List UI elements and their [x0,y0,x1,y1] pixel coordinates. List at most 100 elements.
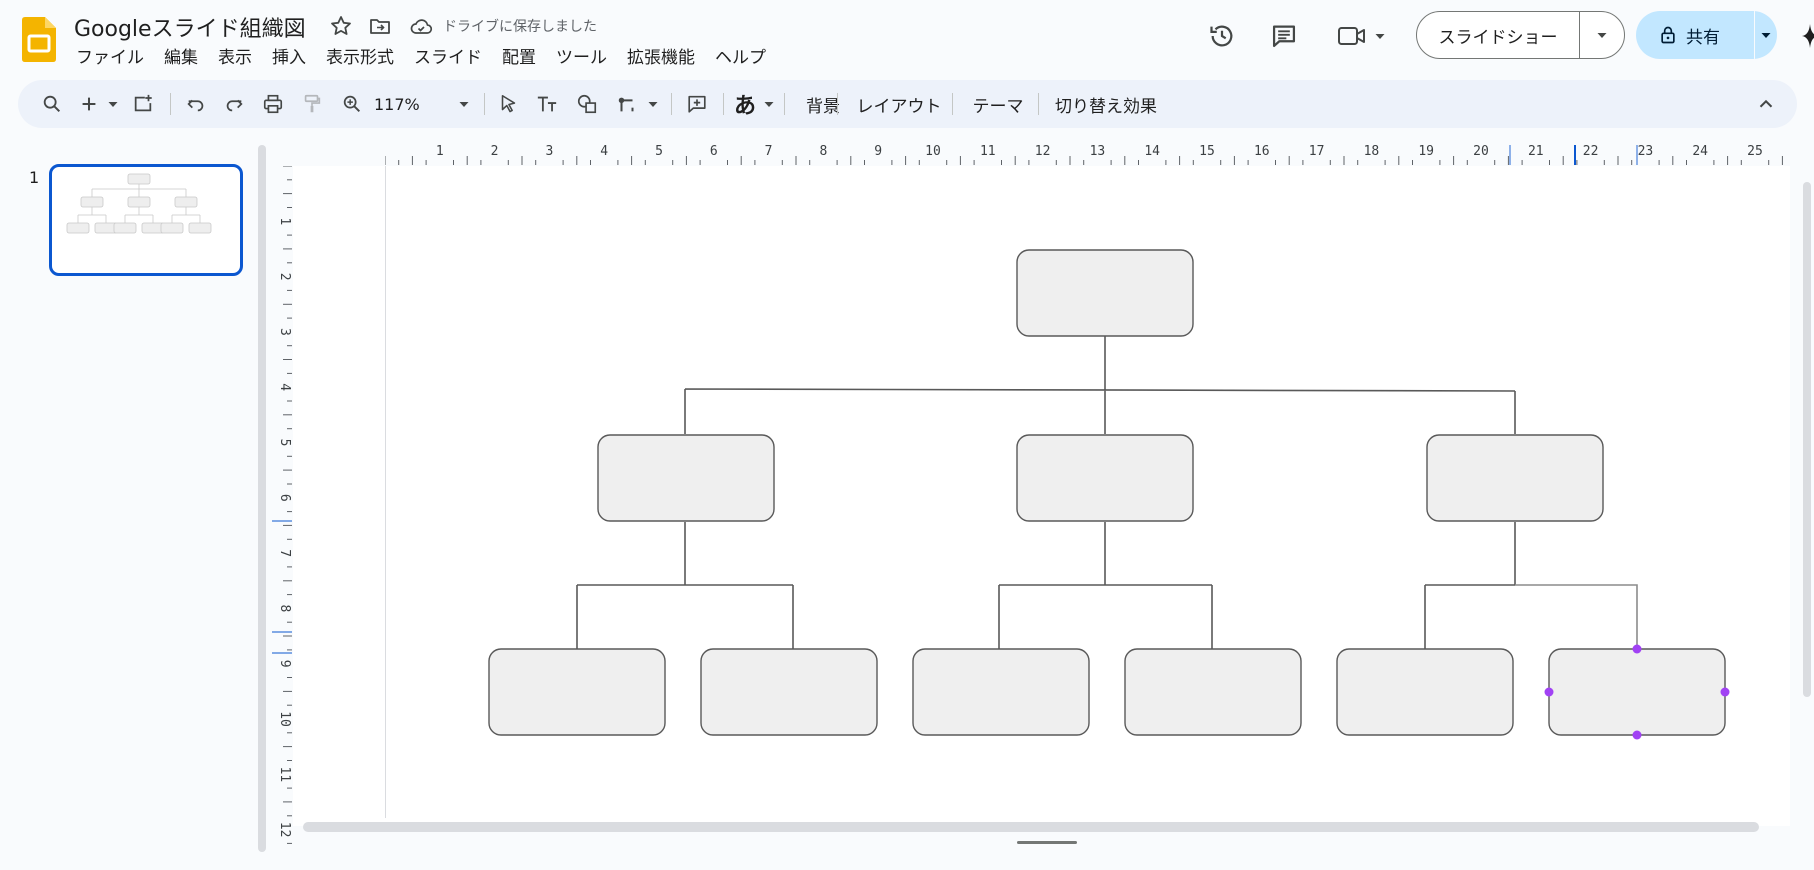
menu-view[interactable]: 表示 [218,43,252,68]
level-3-box-1[interactable] [488,648,666,736]
comments-icon[interactable] [1270,22,1298,50]
horizontal-scrollbar[interactable] [303,822,1759,832]
toolbar-divider [484,93,485,115]
ruler-label: 13 [1090,144,1106,159]
level-3-box-6[interactable] [1548,648,1726,736]
select-cursor-icon[interactable] [492,80,524,128]
ruler-label: 10 [277,711,292,727]
new-slide-with-layout-icon[interactable] [126,80,160,128]
vertical-scrollbar[interactable] [1803,182,1811,697]
star-icon[interactable] [329,14,353,38]
ruler-label: 12 [1035,144,1051,159]
add-comment-icon[interactable] [680,80,714,128]
level-3-box-4[interactable] [1124,648,1302,736]
resize-handle-bottom [1632,730,1642,740]
ruler-label: 8 [819,144,827,159]
ruler-label: 1 [277,217,292,225]
menu-tools[interactable]: ツール [556,43,607,68]
speaker-notes-resize-handle[interactable] [1017,841,1077,844]
input-tools-button[interactable]: あ [730,80,760,128]
save-status[interactable]: ドライブに保存しました [443,16,597,36]
toolbar-divider [837,93,838,115]
share-button[interactable]: 共有 [1636,11,1777,59]
menu-insert[interactable]: 挿入 [272,43,306,68]
level-2-box-1[interactable] [597,434,775,522]
redo-icon[interactable] [218,80,250,128]
toolbar-divider [784,93,785,115]
share-options-icon[interactable] [1755,29,1777,41]
background-label[interactable]: 背景 [806,92,840,117]
vertical-ruler: 123456789101112 [272,166,292,844]
ruler-label: 11 [277,766,292,782]
menu-bar: ファイル 編集 表示 挿入 表示形式 スライド 配置 ツール 拡張機能 ヘルプ [76,43,786,68]
level-2-box-3[interactable] [1426,434,1604,522]
slide-thumbnail[interactable] [49,164,243,276]
resize-handle-right [1720,687,1730,697]
ruler-margin-markers[interactable] [272,520,292,654]
document-title[interactable]: Googleスライド組織図 [74,11,306,43]
menu-arrange[interactable]: 配置 [502,43,536,68]
level-3-box-5[interactable] [1336,648,1514,736]
google-slides-logo[interactable] [22,17,56,62]
meet-icon[interactable] [1337,22,1367,50]
ruler-label: 2 [491,144,499,159]
ruler-label: 6 [277,494,292,502]
level-1-box-1[interactable] [1016,249,1194,337]
print-icon[interactable] [256,80,290,128]
layout-button[interactable]: レイアウト [844,80,954,128]
menu-extensions[interactable]: 拡張機能 [627,43,695,68]
theme-label[interactable]: テーマ [973,92,1024,117]
ruler-label: 5 [277,439,292,447]
level-2-box-2[interactable] [1016,434,1194,522]
line-icon[interactable] [610,80,644,128]
slideshow-options-icon[interactable] [1580,29,1624,41]
slideshow-button[interactable]: スライドショー [1416,11,1625,59]
horizontal-ruler: 1 2 3 4 5 6 7 8 9 10 11 12 13 14 15 16 17 18 19 20 21 22 23 24 2… [385,144,1783,165]
text-box-icon[interactable] [530,80,564,128]
zoom-icon[interactable] [336,80,368,128]
theme-button[interactable]: テーマ [958,80,1038,128]
share-main[interactable]: 共有 [1636,23,1754,48]
search-menus-icon[interactable] [34,80,70,128]
slide-number: 1 [29,168,40,187]
lock-icon [1658,25,1678,45]
ruler-label: 17 [1309,144,1325,159]
transition-label[interactable]: 切り替え効果 [1055,92,1157,117]
toolbar: 117% あ 背景 レイアウト テーマ 切り替え効果 [18,80,1797,128]
shape-icon[interactable] [570,80,604,128]
ruler-label: 1 [436,144,444,159]
layout-label[interactable]: レイアウト [857,92,942,117]
zoom-dropdown-icon[interactable] [454,80,474,128]
transition-button[interactable]: 切り替え効果 [1044,80,1168,128]
slideshow-label[interactable]: スライドショー [1417,23,1579,48]
meet-dropdown-icon[interactable] [1374,30,1386,42]
menu-format[interactable]: 表示形式 [326,43,394,68]
input-tools-glyph[interactable]: あ [734,88,756,120]
level-3-box-3[interactable] [912,648,1090,736]
gemini-icon[interactable] [1798,24,1814,48]
slide-canvas[interactable] [385,166,1790,821]
ruler-label: 2 [277,273,292,281]
ruler-label: 19 [1418,144,1434,159]
input-tools-dropdown-icon[interactable] [760,80,778,128]
share-label[interactable]: 共有 [1686,23,1720,48]
menu-edit[interactable]: 編集 [164,43,198,68]
menu-help[interactable]: ヘルプ [715,43,766,68]
filmstrip-scrollbar[interactable] [258,145,266,852]
collapse-toolbar-icon[interactable] [1750,80,1782,128]
ruler-label: 25 [1747,144,1763,159]
ruler-label: 23 [1638,144,1654,159]
version-history-icon[interactable] [1208,22,1236,50]
level-3-box-2[interactable] [700,648,878,736]
line-dropdown-icon[interactable] [644,80,662,128]
undo-icon[interactable] [180,80,212,128]
zoom-select[interactable]: 117% [374,80,454,128]
zoom-value[interactable]: 117% [374,95,420,114]
new-slide-icon[interactable] [74,80,104,128]
move-to-folder-icon[interactable] [368,14,392,38]
toolbar-divider [170,93,171,115]
menu-file[interactable]: ファイル [76,43,144,68]
menu-slide[interactable]: スライド [414,43,482,68]
ruler-label: 3 [545,144,553,159]
new-slide-layout-dropdown-icon[interactable] [104,80,122,128]
